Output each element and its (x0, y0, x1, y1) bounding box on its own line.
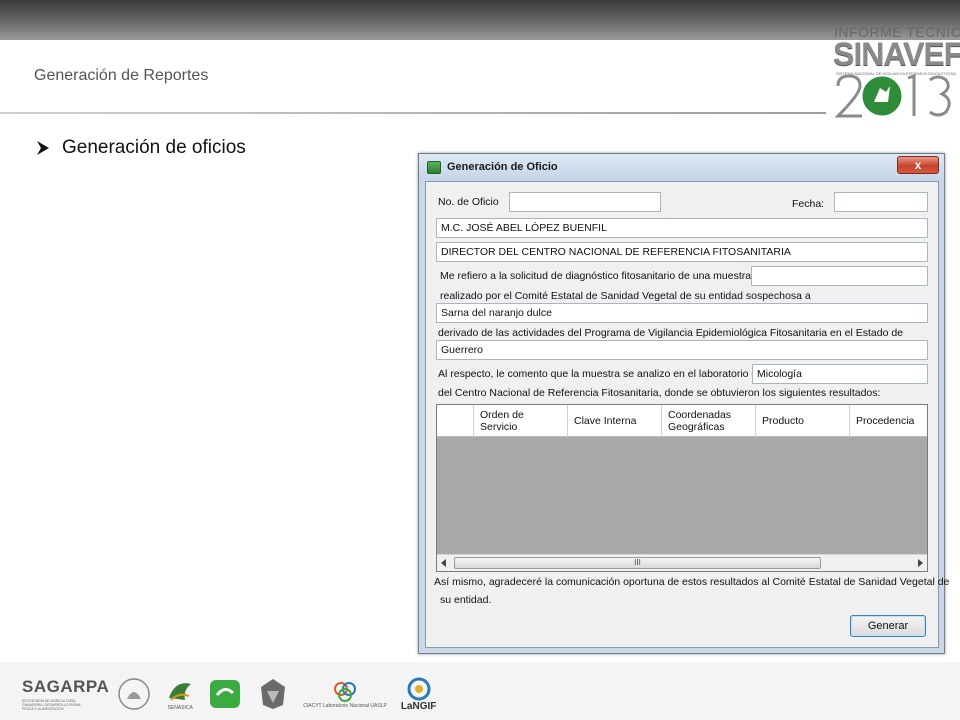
university-crest-icon (261, 679, 286, 709)
top-band (0, 0, 960, 40)
sagarpa-name: SAGARPA (22, 677, 110, 696)
mexico-seal-icon (118, 678, 150, 710)
logo-brand: SINAVEF (833, 36, 960, 72)
close-button[interactable]: x (897, 156, 939, 174)
footer: SAGARPA SECRETARÍA DE AGRICULTURA, GANAD… (0, 662, 960, 720)
asimismo-label-2: su entidad. (440, 594, 492, 606)
langif-emblem-icon (407, 677, 431, 700)
sinavef-logo: INFORME TECNICO SINAVEF SISTEMA NACIONAL… (830, 20, 960, 120)
estado-input[interactable]: Guerrero (436, 340, 928, 360)
generacion-oficio-dialog: Generación de Oficio x No. de Oficio Fec… (418, 153, 949, 654)
dialog-titlebar[interactable]: Generación de Oficio x (419, 154, 944, 181)
page-title: Generación de Reportes (34, 67, 209, 84)
col-procedencia[interactable]: Procedencia (850, 405, 927, 437)
centro-label: del Centro Nacional de Referencia Fitosa… (438, 387, 881, 399)
generar-button[interactable]: Generar (850, 615, 926, 637)
dialog-title: Generación de Oficio (447, 161, 558, 173)
logo-year: 2013 (834, 73, 951, 118)
ciacyt-emblem-icon (334, 681, 357, 702)
no-oficio-input[interactable] (509, 192, 661, 212)
langif-caption: LaNGIF (400, 700, 437, 712)
fecha-label: Fecha: (792, 198, 825, 210)
scroll-right-icon[interactable] (918, 559, 923, 567)
green-badge-icon (210, 680, 241, 708)
plaga-input[interactable]: Sarna del naranjo dulce (436, 303, 928, 323)
derivado-label: derivado de las actividades del Programa… (438, 327, 903, 339)
grid-header: Orden de Servicio Clave Interna Coordena… (437, 405, 927, 437)
fecha-input[interactable] (834, 192, 928, 212)
muestra-input[interactable] (751, 266, 928, 286)
horizontal-scrollbar[interactable]: III (437, 554, 927, 571)
laboratorio-input[interactable]: Micología (752, 364, 928, 384)
col-orden-servicio[interactable]: Orden de Servicio (474, 405, 568, 437)
arrow-bullet-icon (37, 141, 49, 155)
grid-row-header-corner (437, 405, 474, 437)
scroll-thumb[interactable]: III (454, 557, 821, 569)
sagarpa-logo: SAGARPA SECRETARÍA DE AGRICULTURA, GANAD… (22, 677, 109, 711)
ciacyt-logo: CIACYT Laboratorio Nacional UASLP (303, 680, 387, 709)
no-oficio-label: No. de Oficio (438, 196, 499, 208)
langif-logo: LaNGIF (400, 677, 437, 712)
dialog-client-area: No. de Oficio Fecha: M.C. JOSÉ ABEL LÓPE… (425, 181, 949, 648)
ciacyt-caption: CIACYT Laboratorio Nacional UASLP (303, 702, 387, 709)
senasica-logo: SENASICA (165, 678, 195, 711)
app-icon (427, 161, 441, 174)
resultados-grid[interactable]: Orden de Servicio Clave Interna Coordena… (436, 404, 928, 572)
col-clave-interna[interactable]: Clave Interna (568, 405, 662, 437)
scroll-left-icon[interactable] (441, 559, 446, 567)
cargo-input[interactable]: DIRECTOR DEL CENTRO NACIONAL DE REFERENC… (436, 242, 928, 262)
nombre-input[interactable]: M.C. JOSÉ ABEL LÓPEZ BUENFIL (436, 218, 928, 238)
header-divider (0, 112, 826, 114)
bullet-text: Generación de oficios (62, 137, 246, 158)
col-coordenadas[interactable]: Coordenadas Geográficas (662, 405, 756, 437)
bullet-item: Generación de oficios (34, 137, 246, 159)
senasica-caption: SENASICA (167, 704, 193, 711)
refiero-label: Me refiero a la solicitud de diagnóstico… (440, 270, 766, 282)
col-producto[interactable]: Producto (756, 405, 850, 437)
footer-logos: SAGARPA SECRETARÍA DE AGRICULTURA, GANAD… (22, 672, 436, 716)
asimismo-label-1: Así mismo, agradeceré la comunicación op… (434, 576, 950, 588)
realizado-label: realizado por el Comité Estatal de Sanid… (440, 290, 811, 302)
sagarpa-caption: SECRETARÍA DE AGRICULTURA, GANADERÍA, DE… (22, 699, 83, 711)
senasica-emblem-icon (169, 682, 192, 701)
respecto-label: Al respecto, le comento que la muestra s… (438, 368, 764, 380)
